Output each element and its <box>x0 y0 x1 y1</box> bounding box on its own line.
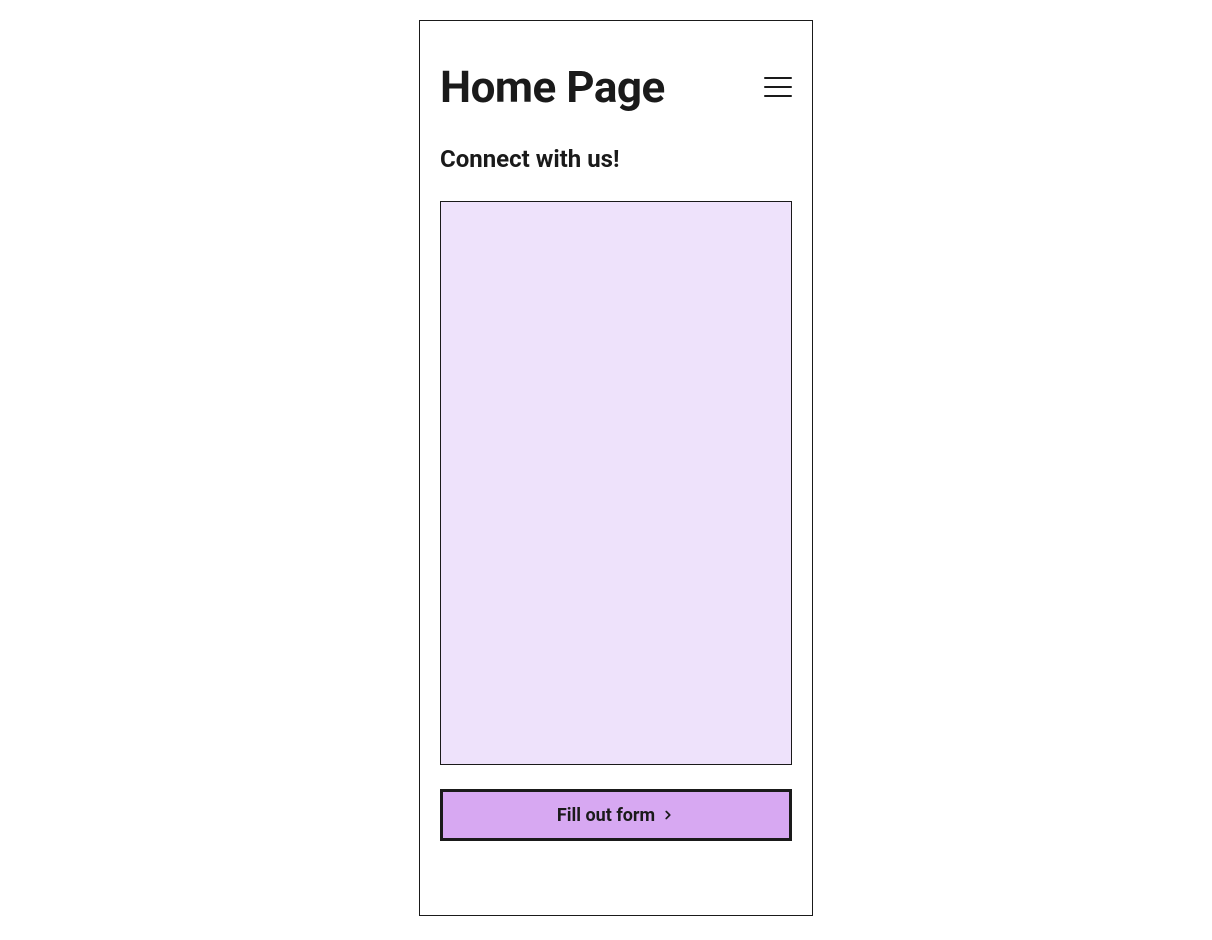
page-header: Home Page <box>440 61 792 113</box>
page-title: Home Page <box>440 61 665 113</box>
hamburger-menu-icon[interactable] <box>764 77 792 97</box>
section-subtitle: Connect with us! <box>440 145 792 173</box>
chevron-right-icon <box>661 808 675 822</box>
cta-label: Fill out form <box>557 805 655 826</box>
device-frame: Home Page Connect with us! Fill out form <box>419 20 813 916</box>
fill-out-form-button[interactable]: Fill out form <box>440 789 792 841</box>
hero-image-placeholder <box>440 201 792 765</box>
